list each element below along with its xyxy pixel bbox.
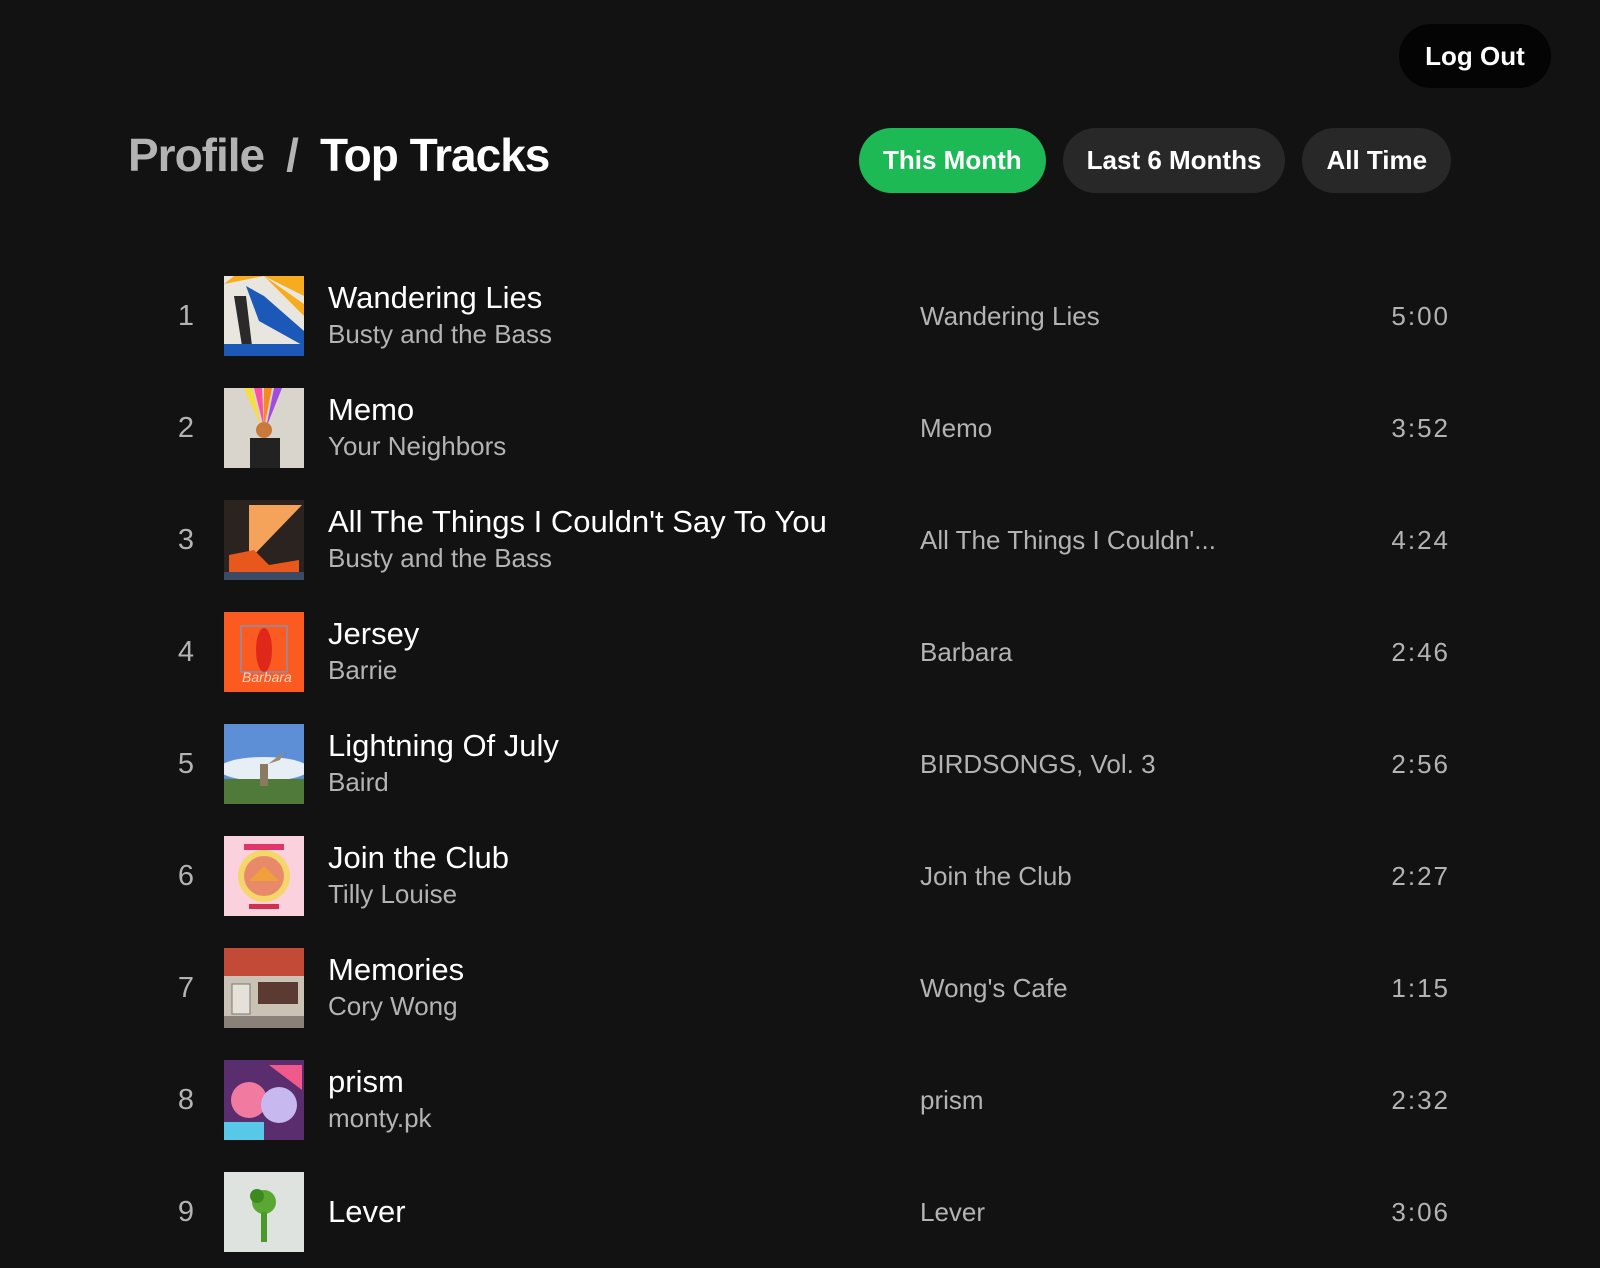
album-cover-image — [224, 388, 304, 468]
track-duration: 1:15 — [1391, 972, 1450, 1003]
track-row[interactable]: 7 Memories Cory Wong Wong's Cafe 1:15 — [150, 932, 1450, 1044]
track-artist[interactable]: Busty and the Bass — [328, 540, 908, 576]
track-title[interactable]: Jersey — [328, 616, 908, 652]
album-cover-image — [224, 1060, 304, 1140]
track-rank: 8 — [177, 1083, 195, 1116]
track-artist[interactable]: Tilly Louise — [328, 876, 908, 912]
track-artist[interactable]: Cory Wong — [328, 988, 908, 1024]
svg-text:Barbara: Barbara — [242, 669, 292, 685]
breadcrumb-profile-link[interactable]: Profile — [128, 128, 265, 182]
logout-button[interactable]: Log Out — [1399, 24, 1551, 88]
track-album[interactable]: Wandering Lies — [920, 301, 1100, 332]
album-cover-image — [224, 500, 304, 580]
track-title[interactable]: All The Things I Couldn't Say To You — [328, 504, 908, 540]
track-row[interactable]: 5 Lightning Of July Baird BIRDSONGS, Vol… — [150, 708, 1450, 820]
track-row[interactable]: 1 Wandering Lies Busty and the Bass Wand… — [150, 260, 1450, 372]
track-artist[interactable]: Baird — [328, 764, 908, 800]
track-row[interactable]: 3 All The Things I Couldn't Say To You B… — [150, 484, 1450, 596]
page-title: Top Tracks — [319, 129, 550, 181]
track-title[interactable]: Lever — [328, 1194, 908, 1230]
track-list: 1 Wandering Lies Busty and the Bass Wand… — [150, 260, 1450, 1268]
track-duration: 2:32 — [1391, 1084, 1450, 1115]
track-title[interactable]: Lightning Of July — [328, 728, 908, 764]
track-rank: 3 — [177, 523, 195, 556]
track-rank: 4 — [177, 635, 195, 668]
track-album[interactable]: Join the Club — [920, 861, 1072, 892]
track-album[interactable]: Lever — [920, 1197, 985, 1228]
track-row[interactable]: 8 prism monty.pk prism 2:32 — [150, 1044, 1450, 1156]
track-rank: 9 — [177, 1195, 195, 1228]
track-rank: 2 — [177, 411, 195, 444]
track-duration: 3:52 — [1391, 412, 1450, 443]
track-title[interactable]: Memories — [328, 952, 908, 988]
track-duration: 4:24 — [1391, 524, 1450, 555]
track-duration: 2:56 — [1391, 748, 1450, 779]
album-cover-image — [224, 276, 304, 356]
track-title[interactable]: prism — [328, 1064, 908, 1100]
breadcrumb-separator: / — [286, 129, 299, 181]
track-artist[interactable]: monty.pk — [328, 1100, 908, 1136]
track-row[interactable]: 6 Join the Club Tilly Louise Join the Cl… — [150, 820, 1450, 932]
track-row[interactable]: 2 Memo Your Neighbors Memo 3:52 — [150, 372, 1450, 484]
album-cover-image: Barbara — [224, 612, 304, 692]
range-this-month-button[interactable]: This Month — [859, 128, 1046, 193]
breadcrumb: Profile / Top Tracks — [128, 128, 550, 182]
track-title[interactable]: Memo — [328, 392, 908, 428]
time-range-selector: This Month Last 6 Months All Time — [859, 128, 1452, 193]
track-artist[interactable]: Busty and the Bass — [328, 316, 908, 352]
track-album[interactable]: Wong's Cafe — [920, 973, 1068, 1004]
track-title[interactable]: Wandering Lies — [328, 280, 908, 316]
range-last-6-months-button[interactable]: Last 6 Months — [1062, 128, 1286, 193]
track-duration: 2:27 — [1391, 860, 1450, 891]
album-cover-image — [224, 836, 304, 916]
album-cover-image — [224, 1172, 304, 1252]
range-all-time-button[interactable]: All Time — [1302, 128, 1452, 193]
track-artist[interactable]: Your Neighbors — [328, 428, 908, 464]
track-rank: 7 — [177, 971, 195, 1004]
track-duration: 5:00 — [1391, 300, 1450, 331]
track-album[interactable]: All The Things I Couldn'... — [920, 525, 1216, 556]
track-artist[interactable]: Barrie — [328, 652, 908, 688]
track-row[interactable]: 4 Barbara Jersey Barrie Barbara 2:46 — [150, 596, 1450, 708]
track-rank: 1 — [177, 299, 195, 332]
track-album[interactable]: Memo — [920, 413, 992, 444]
track-rank: 6 — [177, 859, 195, 892]
album-cover-image — [224, 724, 304, 804]
track-duration: 3:06 — [1391, 1196, 1450, 1227]
track-title[interactable]: Join the Club — [328, 840, 908, 876]
track-album[interactable]: Barbara — [920, 637, 1013, 668]
track-duration: 2:46 — [1391, 636, 1450, 667]
track-row[interactable]: 9 Lever Lever 3:06 — [150, 1156, 1450, 1268]
track-rank: 5 — [177, 747, 195, 780]
track-album[interactable]: BIRDSONGS, Vol. 3 — [920, 749, 1156, 780]
track-album[interactable]: prism — [920, 1085, 984, 1116]
album-cover-image — [224, 948, 304, 1028]
